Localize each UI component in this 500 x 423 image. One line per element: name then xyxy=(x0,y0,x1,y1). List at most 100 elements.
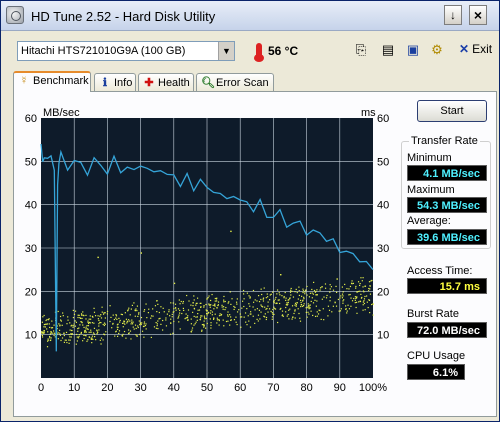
tab-benchmark[interactable]: ☿ Benchmark xyxy=(13,71,91,92)
access-time-point xyxy=(129,320,131,322)
access-time-point xyxy=(346,288,348,290)
access-time-point xyxy=(49,333,51,335)
access-time-point xyxy=(320,318,322,320)
access-time-point xyxy=(82,314,84,316)
access-time-point xyxy=(170,322,172,324)
access-time-point xyxy=(177,308,180,310)
access-time-point xyxy=(152,308,154,310)
access-time-point xyxy=(252,306,254,308)
access-time-point xyxy=(290,294,292,296)
access-time-point xyxy=(315,294,317,296)
access-time-point xyxy=(71,324,73,326)
access-time-point xyxy=(201,324,204,326)
access-time-point xyxy=(299,299,302,302)
access-time-point xyxy=(90,329,92,331)
access-time-point xyxy=(145,303,147,305)
access-time-point xyxy=(322,308,324,310)
access-time-point xyxy=(230,230,232,233)
access-time-point xyxy=(50,337,52,339)
access-time-point xyxy=(81,317,83,320)
access-time-point xyxy=(356,291,358,293)
access-time-point xyxy=(169,315,171,317)
access-time-point xyxy=(271,312,273,314)
access-time-point xyxy=(262,298,264,300)
access-time-point xyxy=(160,306,162,308)
access-time-point xyxy=(306,294,308,296)
access-time-point xyxy=(47,339,49,341)
access-time-point xyxy=(227,302,229,304)
access-time-point xyxy=(195,302,197,305)
access-time-point xyxy=(147,312,150,314)
access-time-point xyxy=(295,305,297,307)
access-time-point xyxy=(276,293,278,295)
access-time-point xyxy=(256,308,258,310)
access-time-point xyxy=(336,291,338,294)
access-time-point xyxy=(119,321,121,323)
access-time-point xyxy=(48,318,50,320)
access-time-point xyxy=(58,329,61,331)
access-time-point xyxy=(246,324,248,326)
access-time-point xyxy=(358,301,360,303)
start-button[interactable]: Start xyxy=(417,100,487,122)
access-time-point xyxy=(138,312,140,314)
access-time-point xyxy=(85,326,87,328)
burst-rate-value: 72.0 MB/sec xyxy=(407,322,487,338)
access-time-point xyxy=(129,330,132,332)
access-time-point xyxy=(324,287,327,289)
access-time-point xyxy=(347,304,349,306)
access-time-point xyxy=(297,308,299,310)
access-time-point xyxy=(77,337,80,339)
access-time-point xyxy=(298,312,300,315)
access-time-point xyxy=(197,312,199,315)
access-time-point xyxy=(310,310,312,312)
access-time-point xyxy=(141,322,143,324)
access-time-point xyxy=(199,318,201,321)
access-time-point xyxy=(274,307,276,310)
access-time-point xyxy=(307,311,309,313)
y-tick-label-right: 10 xyxy=(377,330,389,342)
access-time-point xyxy=(241,316,243,318)
access-time-point xyxy=(86,325,88,327)
access-time-point xyxy=(93,307,95,309)
access-time-point xyxy=(270,310,272,313)
access-time-point xyxy=(210,322,212,324)
access-time-point xyxy=(190,318,192,320)
access-time-point xyxy=(233,305,235,308)
access-time-point xyxy=(136,309,138,312)
access-time-point xyxy=(354,296,357,298)
access-time-point xyxy=(352,282,354,285)
access-time-point xyxy=(58,323,60,325)
access-time-point xyxy=(78,335,80,338)
access-time-point xyxy=(229,314,231,316)
access-time-point xyxy=(278,292,280,294)
access-time-point xyxy=(139,333,141,336)
access-time-point xyxy=(88,336,90,338)
access-time-point xyxy=(294,302,297,304)
access-time-point xyxy=(297,298,299,300)
access-time-point xyxy=(148,308,150,310)
access-time-point xyxy=(295,304,298,306)
access-time-point xyxy=(155,321,157,324)
access-time-point xyxy=(193,308,196,310)
access-time-point xyxy=(303,296,305,298)
access-time-point xyxy=(362,309,364,311)
access-time-point xyxy=(130,323,132,325)
x-tick-label: 0 xyxy=(38,382,44,394)
access-time-point xyxy=(362,286,364,288)
access-time-point xyxy=(249,313,251,315)
access-time-point xyxy=(243,305,245,308)
access-time-point xyxy=(124,312,126,314)
access-time-point xyxy=(160,323,162,325)
access-time-point xyxy=(173,307,175,310)
access-time-point xyxy=(357,290,360,293)
access-time-point xyxy=(41,321,43,323)
access-time-point xyxy=(302,290,305,292)
y-tick-label-left: 60 xyxy=(25,113,37,125)
access-time-point xyxy=(85,331,87,333)
access-time-point xyxy=(219,313,221,315)
access-time-point xyxy=(92,332,95,334)
access-time-point xyxy=(195,304,197,306)
access-time-point xyxy=(103,322,106,324)
access-time-point xyxy=(298,294,301,297)
access-time-point xyxy=(138,313,140,315)
